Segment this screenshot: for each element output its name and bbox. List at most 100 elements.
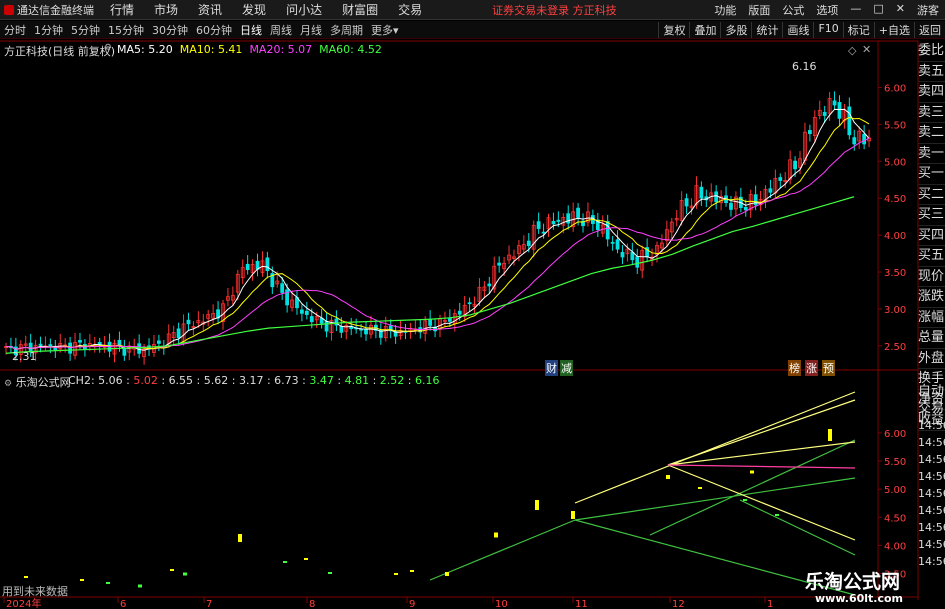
trade-field-3: 14:56: [918, 436, 945, 449]
signal-mark: [698, 487, 702, 489]
signal-mark: [828, 429, 832, 441]
quote-field-5: 卖一: [918, 144, 945, 164]
candle-body: [743, 207, 748, 211]
trend-line: [667, 464, 856, 469]
quote-field-2: 卖四: [918, 82, 945, 103]
trend-line: [739, 499, 856, 556]
candle-body: [699, 186, 704, 199]
diamond-icon[interactable]: ◇: [848, 44, 856, 57]
signal-mark: [328, 572, 332, 574]
candle-body: [684, 198, 689, 207]
candle-body: [467, 302, 472, 305]
candle-body: [186, 319, 191, 325]
candle-body: [48, 344, 53, 347]
trade-field-10: 14:56: [918, 555, 945, 568]
quote-field-4: 卖二: [918, 123, 945, 144]
candle-body: [300, 309, 304, 314]
candle-body: [447, 317, 452, 322]
candle-body: [832, 100, 837, 106]
candle-body: [497, 262, 502, 266]
candle-body: [536, 221, 541, 229]
candle-body: [729, 202, 733, 210]
y-tick-label: 3.50: [884, 268, 906, 279]
signal-mark: [80, 579, 84, 581]
signal-mark: [106, 582, 110, 584]
candle-body: [364, 328, 368, 335]
chart-canvas[interactable]: 2.503.003.504.004.505.005.506.003.504.00…: [0, 0, 945, 609]
collapse-icon[interactable]: ✕: [862, 43, 871, 56]
quote-field-11: 现价: [918, 267, 945, 287]
quote-field-10: 买五: [918, 246, 945, 267]
x-tick-label: 1: [767, 599, 773, 609]
trade-field-8: 14:56: [918, 521, 945, 534]
candle-body: [822, 112, 827, 116]
sub-y-tick-label: 4.50: [884, 513, 906, 524]
marker-forecast[interactable]: 预: [822, 360, 835, 376]
candle-body: [768, 188, 773, 193]
y-tick-label: 4.50: [884, 194, 906, 205]
low-price-label: 2.31: [12, 350, 37, 363]
marker-rank[interactable]: 榜: [788, 360, 801, 376]
sub-y-tick-label: 4.00: [884, 541, 906, 552]
signal-mark: [170, 569, 174, 571]
signal-mark: [750, 470, 754, 474]
quote-field-3: 卖三: [918, 103, 945, 123]
quote-field-14: 总量: [918, 328, 945, 349]
candle-body: [428, 318, 433, 326]
candle-body: [620, 252, 625, 258]
candle-body: [309, 316, 314, 323]
candle-body: [156, 340, 161, 344]
candle-body: [778, 177, 783, 181]
quote-field-7: 买二: [918, 185, 945, 205]
sub-y-tick-label: 5.50: [884, 457, 906, 468]
candle-body: [457, 310, 462, 315]
x-tick-label: 7: [206, 599, 212, 609]
trade-field-2: 14:56: [918, 419, 945, 432]
quote-field-12: 涨跌: [918, 287, 945, 308]
candle-body: [615, 239, 620, 250]
quote-field-1: 卖五: [918, 62, 945, 82]
candle-body: [78, 339, 82, 343]
x-tick-label: 10: [495, 599, 508, 609]
y-tick-label: 4.00: [884, 231, 906, 242]
signal-mark: [535, 500, 539, 510]
trade-field-6: 14:56: [918, 487, 945, 500]
marker-limit-up[interactable]: 涨: [805, 360, 818, 376]
candle-body: [852, 137, 857, 145]
settings-icon[interactable]: ⚙: [4, 379, 12, 389]
ma5-legend: MA5: 5.20: [117, 43, 173, 56]
candle-body: [807, 130, 812, 135]
watermark-url: www.60lt.com: [815, 592, 904, 605]
signal-mark: [571, 511, 575, 519]
candle-body: [304, 310, 309, 315]
candle-body: [38, 343, 43, 346]
quote-field-0: 委比: [918, 41, 945, 62]
trade-panel: 自动交易 14:56 14:56 14:56 14:56 14:56 14:56 14:56 1…: [918, 383, 945, 570]
signal-mark: [410, 570, 414, 572]
sub-y-tick-label: 5.00: [884, 485, 906, 496]
sub-chart-title[interactable]: ⚙ 乐淘公式网: [4, 374, 71, 390]
candle-body: [556, 219, 561, 222]
candle-body: [122, 348, 127, 356]
trend-line: [429, 519, 576, 581]
signal-mark: [238, 534, 242, 542]
x-tick-label: 11: [575, 599, 588, 609]
settings-icon[interactable]: ⚙: [104, 43, 112, 53]
candle-body: [526, 240, 531, 247]
signal-mark: [775, 514, 779, 516]
y-tick-label: 2.50: [884, 342, 906, 353]
trade-field-7: 14:56: [918, 504, 945, 517]
y-tick-label: 3.00: [884, 305, 906, 316]
marker-reduce[interactable]: 减: [560, 360, 573, 376]
quote-field-9: 买四: [918, 226, 945, 246]
trade-field-9: 14:56: [918, 538, 945, 551]
signal-mark: [24, 576, 28, 578]
marker-finance[interactable]: 财: [545, 360, 558, 376]
candle-body: [605, 221, 610, 240]
candle-body: [847, 106, 852, 136]
signal-mark: [666, 475, 670, 479]
candle-body: [68, 342, 73, 354]
ma60-legend: MA60: 4.52: [319, 43, 382, 56]
candle-body: [566, 213, 571, 224]
candle-body: [324, 321, 329, 332]
